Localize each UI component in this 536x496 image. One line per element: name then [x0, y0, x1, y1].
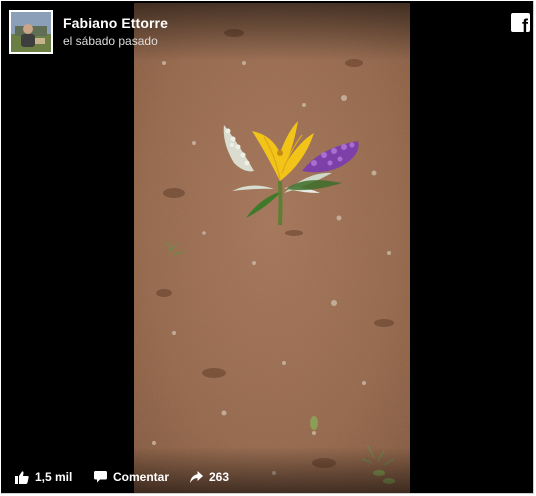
share-count: 263	[209, 470, 230, 484]
facebook-icon[interactable]: f	[511, 13, 530, 32]
thumbs-up-icon	[15, 470, 29, 484]
like-count: 1,5 mil	[35, 470, 73, 484]
author-name[interactable]: Fabiano Ettorre	[63, 15, 168, 31]
video-embed: Fabiano Ettorre el sábado pasado f 1,5 m…	[1, 1, 534, 494]
avatar-image	[11, 12, 51, 52]
video-frame[interactable]	[134, 3, 410, 493]
share-arrow-icon	[190, 471, 203, 483]
avatar[interactable]	[9, 10, 53, 54]
speech-bubble-icon	[94, 471, 107, 483]
like-button[interactable]: 1,5 mil	[15, 469, 72, 485]
action-bar	[1, 447, 533, 493]
comment-label: Comentar	[113, 470, 170, 484]
comment-button[interactable]: Comentar	[94, 469, 169, 485]
share-button[interactable]: 263	[190, 469, 229, 485]
post-header: Fabiano Ettorre el sábado pasado f	[1, 1, 533, 61]
video-still-image	[134, 3, 410, 493]
post-timestamp[interactable]: el sábado pasado	[63, 34, 158, 48]
